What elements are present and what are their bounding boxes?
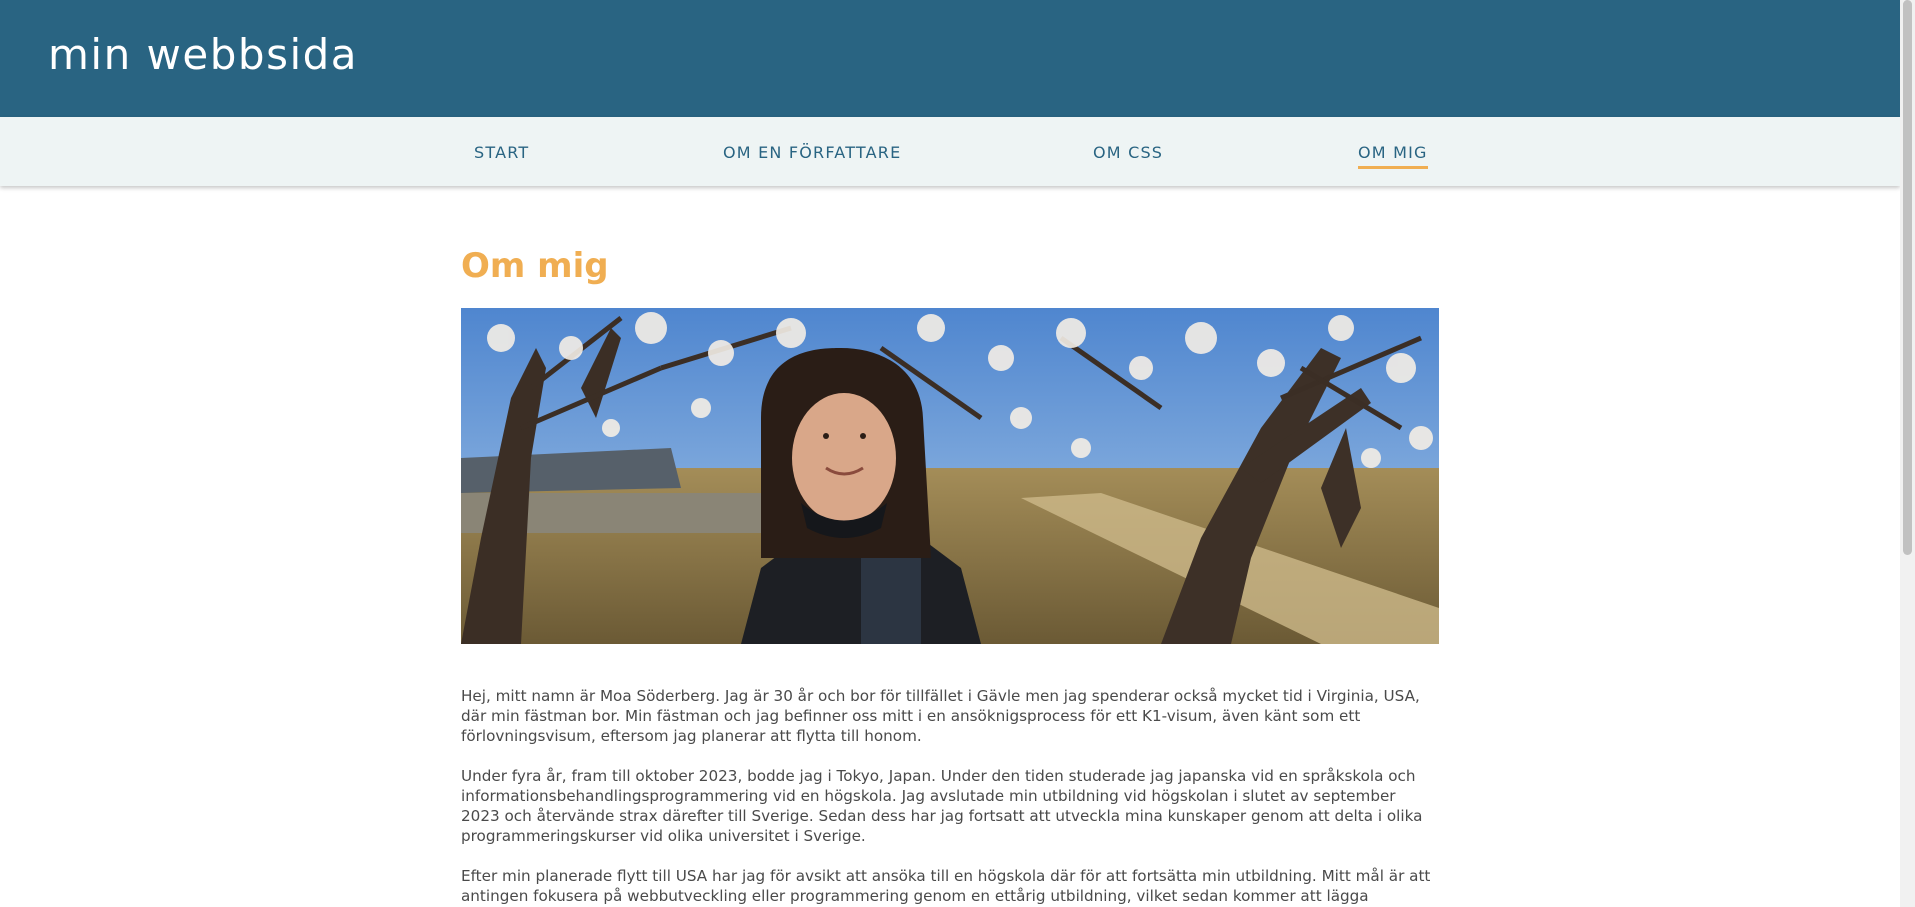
profile-photo (461, 308, 1439, 644)
scrollbar-thumb[interactable] (1903, 0, 1912, 555)
nav-link-om-en-forfattare[interactable]: OM EN FÖRFATTARE (723, 143, 901, 166)
site-title: min webbsida (48, 30, 359, 79)
page-title: Om mig (461, 246, 609, 286)
nav-link-om-mig[interactable]: OM MIG (1358, 143, 1428, 169)
site-header: min webbsida (0, 0, 1900, 117)
tokyo-paragraph: Under fyra år, fram till oktober 2023, b… (461, 767, 1423, 845)
future-paragraph: Efter min planerade flytt till USA har j… (461, 867, 1431, 905)
main-nav: START OM EN FÖRFATTARE OM CSS OM MIG (0, 117, 1900, 186)
nav-link-start[interactable]: START (474, 143, 529, 166)
profile-photo-illustration (461, 308, 1439, 644)
page-scrollbar[interactable] (1900, 0, 1915, 907)
intro-paragraph: Hej, mitt namn är Moa Söderberg. Jag är … (461, 687, 1420, 745)
nav-link-om-css[interactable]: OM CSS (1093, 143, 1163, 166)
